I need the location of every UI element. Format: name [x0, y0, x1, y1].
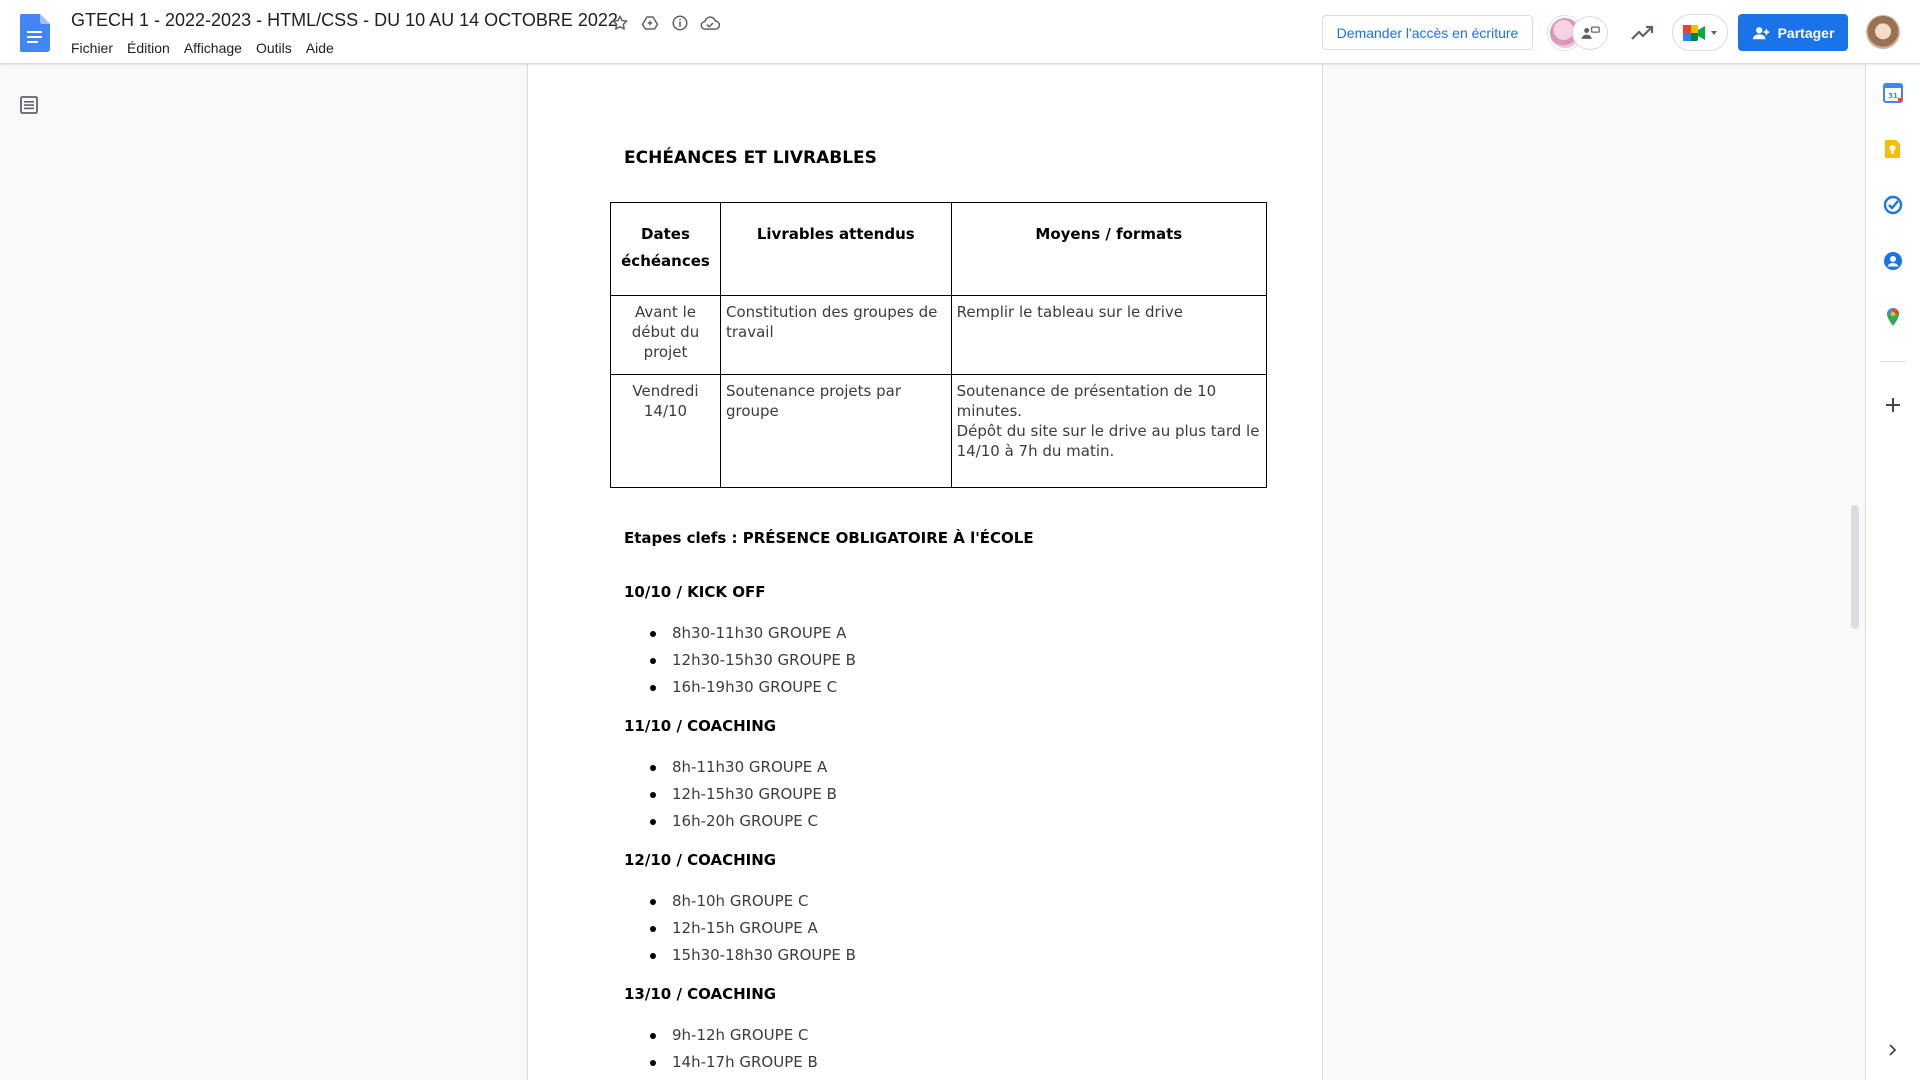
cell-line: Dépôt du site sur le drive au plus tard …: [956, 422, 1260, 460]
anonymous-viewers-icon[interactable]: [1572, 16, 1608, 50]
calendar-icon[interactable]: 31: [1883, 83, 1903, 103]
expand-panel-icon[interactable]: [1883, 1040, 1903, 1060]
menu-aide[interactable]: Aide: [299, 39, 341, 57]
share-label: Partager: [1777, 24, 1835, 41]
table-cell: Soutenance de présentation de 10 minutes…: [950, 374, 1268, 488]
side-panel-divider: [1880, 361, 1906, 362]
day-block: 10/10 / KICK OFF 8h30-11h30 GROUPE A 12h…: [624, 583, 856, 704]
day-list: 9h-12h GROUPE C 14h-17h GROUPE B: [624, 1025, 818, 1079]
document-outline-icon[interactable]: [18, 94, 40, 116]
day-heading: 12/10 / COACHING: [624, 851, 777, 869]
table-header-cell: Dates échéances: [610, 202, 721, 296]
section-title: ECHÉANCES ET LIVRABLES: [624, 148, 877, 168]
move-to-drive-icon[interactable]: [638, 11, 662, 35]
document-title[interactable]: GTECH 1 - 2022-2023 - HTML/CSS - DU 10 A…: [71, 10, 618, 31]
list-item: 16h-20h GROUPE C: [624, 811, 837, 838]
list-item: 8h-10h GROUPE C: [624, 891, 856, 918]
calendar-day-label: 31: [1888, 92, 1898, 100]
list-item: 15h30-18h30 GROUPE B: [624, 945, 856, 972]
table-header-cell: Moyens / formats: [950, 202, 1268, 296]
vertical-scrollbar-thumb[interactable]: [1851, 505, 1859, 629]
info-icon[interactable]: [668, 11, 692, 35]
day-list: 8h-10h GROUPE C 12h-15h GROUPE A 15h30-1…: [624, 891, 856, 972]
day-heading: 10/10 / KICK OFF: [624, 583, 766, 601]
table-row: Vendredi 14/10 Soutenance projets par gr…: [610, 374, 1268, 488]
contacts-icon[interactable]: [1883, 251, 1903, 271]
day-list: 8h30-11h30 GROUPE A 12h30-15h30 GROUPE B…: [624, 623, 856, 704]
account-avatar[interactable]: [1866, 15, 1900, 49]
cloud-saved-icon[interactable]: [698, 11, 722, 35]
table-header-row: Dates échéances Livrables attendus Moyen…: [610, 202, 1268, 296]
document-page[interactable]: ECHÉANCES ET LIVRABLES Dates échéances L…: [527, 64, 1323, 1080]
table-header-cell: Livrables attendus: [719, 202, 952, 296]
day-list: 8h-11h30 GROUPE A 12h-15h30 GROUPE B 16h…: [624, 757, 837, 838]
docs-header: GTECH 1 - 2022-2023 - HTML/CSS - DU 10 A…: [0, 0, 1920, 64]
title-icons: [608, 11, 722, 35]
deadlines-table: Dates échéances Livrables attendus Moyen…: [610, 202, 1268, 488]
meet-icon: [1682, 24, 1705, 41]
menu-affichage[interactable]: Affichage: [177, 39, 249, 57]
tasks-icon[interactable]: [1883, 195, 1903, 215]
list-item: 14h-17h GROUPE B: [624, 1052, 818, 1079]
chevron-down-icon: [1710, 30, 1717, 35]
menu-edition[interactable]: Édition: [120, 39, 177, 57]
milestones-title: Etapes clefs : PRÉSENCE OBLIGATOIRE À l'…: [624, 529, 1034, 547]
collaborator-avatars[interactable]: [1548, 16, 1612, 50]
person-add-icon: [1752, 26, 1769, 39]
activity-dashboard-icon[interactable]: [1628, 19, 1656, 47]
table-cell: Remplir le tableau sur le drive: [950, 295, 1268, 375]
keep-icon[interactable]: [1883, 139, 1903, 159]
list-item: 8h-11h30 GROUPE A: [624, 757, 837, 784]
meet-button[interactable]: [1672, 14, 1728, 51]
day-block: 11/10 / COACHING 8h-11h30 GROUPE A 12h-1…: [624, 717, 837, 838]
list-item: 12h-15h GROUPE A: [624, 918, 856, 945]
docs-logo-icon[interactable]: [20, 14, 50, 52]
add-icon[interactable]: [1883, 395, 1903, 415]
menu-outils[interactable]: Outils: [249, 39, 299, 57]
star-icon[interactable]: [608, 11, 632, 35]
maps-icon[interactable]: [1883, 307, 1903, 327]
list-item: 16h-19h30 GROUPE C: [624, 677, 856, 704]
list-item: 9h-12h GROUPE C: [624, 1025, 818, 1052]
list-item: 8h30-11h30 GROUPE A: [624, 623, 856, 650]
table-row: Avant le début du projet Constitution de…: [610, 295, 1268, 375]
menu-fichier[interactable]: Fichier: [64, 39, 120, 57]
table-cell: Vendredi 14/10: [610, 374, 721, 488]
side-panel: 31: [1865, 64, 1920, 1080]
day-block: 13/10 / COACHING 9h-12h GROUPE C 14h-17h…: [624, 985, 818, 1079]
list-item: 12h-15h30 GROUPE B: [624, 784, 837, 811]
share-button[interactable]: Partager: [1738, 14, 1848, 51]
list-item: 12h30-15h30 GROUPE B: [624, 650, 856, 677]
table-cell: Soutenance projets par groupe: [719, 374, 952, 488]
table-cell: Avant le début du projet: [610, 295, 721, 375]
request-edit-access-button[interactable]: Demander l'accès en écriture: [1322, 15, 1533, 50]
table-cell: Constitution des groupes de travail: [719, 295, 952, 375]
day-heading: 13/10 / COACHING: [624, 985, 777, 1003]
day-block: 12/10 / COACHING 8h-10h GROUPE C 12h-15h…: [624, 851, 856, 972]
day-heading: 11/10 / COACHING: [624, 717, 777, 735]
cell-line: Soutenance de présentation de 10 minutes…: [956, 382, 1217, 420]
menu-bar: Fichier Édition Affichage Outils Aide: [64, 39, 341, 57]
